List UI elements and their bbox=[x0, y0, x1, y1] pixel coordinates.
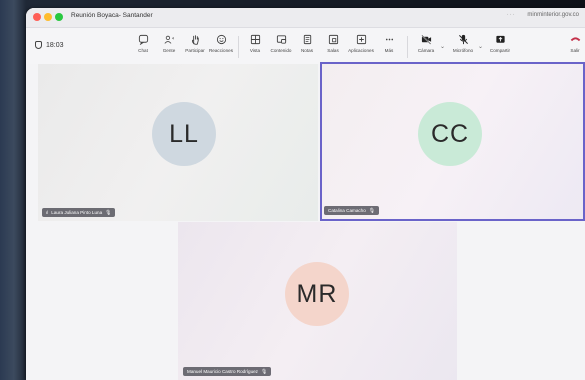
toolbar-leave-button[interactable]: Salir bbox=[562, 33, 585, 53]
close-window-button[interactable] bbox=[33, 13, 41, 21]
participant-name-tag: ıl Laura Juliana Pinto Luna 🎙 bbox=[42, 208, 116, 217]
meeting-timer: 18:03 bbox=[35, 41, 64, 49]
chat-icon bbox=[138, 33, 149, 45]
participant-name: Manuel Mauricio Castro Rodríguez bbox=[187, 369, 258, 374]
timer-text: 18:03 bbox=[46, 41, 64, 49]
toolbar-rooms-button[interactable]: Salas bbox=[320, 33, 346, 53]
notes-icon bbox=[302, 33, 313, 45]
toolbar-people-button[interactable]: 4 Gente bbox=[156, 33, 182, 53]
toolbar-microphone-button[interactable]: Micrófono bbox=[450, 33, 476, 53]
teams-meeting-window: Reunión Boyaca- Santander ··· minminteri… bbox=[26, 8, 585, 380]
video-stage: LL ıl Laura Juliana Pinto Luna 🎙 CC Cata… bbox=[26, 62, 585, 380]
participant-name-tag: Catalina Camacho 🎙 bbox=[324, 206, 380, 215]
apps-icon bbox=[356, 33, 367, 45]
minimize-window-button[interactable] bbox=[44, 13, 52, 21]
participant-tile[interactable]: MR Manuel Mauricio Castro Rodríguez 🎙 bbox=[178, 222, 457, 380]
breakout-rooms-icon bbox=[328, 33, 339, 45]
toolbar-participate-button[interactable]: Participar bbox=[182, 33, 208, 53]
mic-off-icon bbox=[458, 33, 469, 45]
more-icon bbox=[384, 33, 395, 45]
participant-tile[interactable]: LL ıl Laura Juliana Pinto Luna 🎙 bbox=[38, 64, 318, 221]
camera-off-icon bbox=[420, 33, 432, 45]
toolbar-notes-button[interactable]: Notas bbox=[294, 33, 320, 53]
toolbar-divider bbox=[238, 36, 239, 58]
camera-options-chevron-icon[interactable]: ⌄ bbox=[440, 43, 445, 50]
raise-hand-icon bbox=[190, 33, 201, 45]
avatar: LL bbox=[152, 102, 216, 166]
toolbar-share-button[interactable]: Compartir bbox=[487, 33, 513, 53]
toolbar-view-button[interactable]: Vista bbox=[242, 33, 268, 53]
people-icon: 4 bbox=[163, 33, 175, 45]
mic-muted-icon: 🎙 bbox=[368, 207, 376, 214]
toolbar-camera-button[interactable]: Cámara bbox=[413, 33, 439, 53]
view-grid-icon bbox=[250, 33, 261, 45]
emoji-icon bbox=[216, 33, 227, 45]
microphone-options-chevron-icon[interactable]: ⌄ bbox=[478, 43, 483, 50]
participant-name-tag: Manuel Mauricio Castro Rodríguez 🎙 bbox=[183, 367, 272, 376]
avatar: CC bbox=[418, 102, 482, 166]
content-icon bbox=[276, 33, 287, 45]
participant-name: Laura Juliana Pinto Luna bbox=[51, 210, 103, 215]
title-bar: Reunión Boyaca- Santander ··· minminteri… bbox=[26, 8, 585, 28]
toolbar-content-button[interactable]: Contenido bbox=[268, 33, 294, 53]
meeting-toolbar: 18:03 Chat 4 Gente Participar Reacciones bbox=[26, 28, 585, 64]
org-domain: minminterior.gov.co bbox=[527, 12, 579, 18]
participant-name: Catalina Camacho bbox=[328, 208, 366, 213]
mic-muted-icon: 🎙 bbox=[260, 368, 268, 375]
leave-icon bbox=[570, 33, 581, 45]
signal-bars-icon: ıl bbox=[46, 210, 49, 215]
toolbar-apps-button[interactable]: Aplicaciones bbox=[348, 33, 374, 53]
toolbar-reactions-button[interactable]: Reacciones bbox=[208, 33, 234, 53]
toolbar-divider bbox=[407, 36, 408, 58]
mic-muted-icon: 🎙 bbox=[105, 209, 112, 216]
people-count-badge: 4 bbox=[171, 35, 174, 40]
title-bar-right: ··· minminterior.gov.co bbox=[507, 12, 579, 18]
avatar: MR bbox=[285, 262, 349, 326]
toolbar-chat-button[interactable]: Chat bbox=[130, 33, 156, 53]
participant-tile-active-speaker[interactable]: CC Catalina Camacho 🎙 bbox=[320, 62, 585, 221]
shield-icon bbox=[35, 41, 42, 49]
more-dots-icon[interactable]: ··· bbox=[507, 12, 516, 18]
share-icon bbox=[495, 33, 506, 45]
window-title: Reunión Boyaca- Santander bbox=[71, 12, 153, 19]
toolbar-more-button[interactable]: Más bbox=[376, 33, 402, 53]
zoom-window-button[interactable] bbox=[55, 13, 63, 21]
